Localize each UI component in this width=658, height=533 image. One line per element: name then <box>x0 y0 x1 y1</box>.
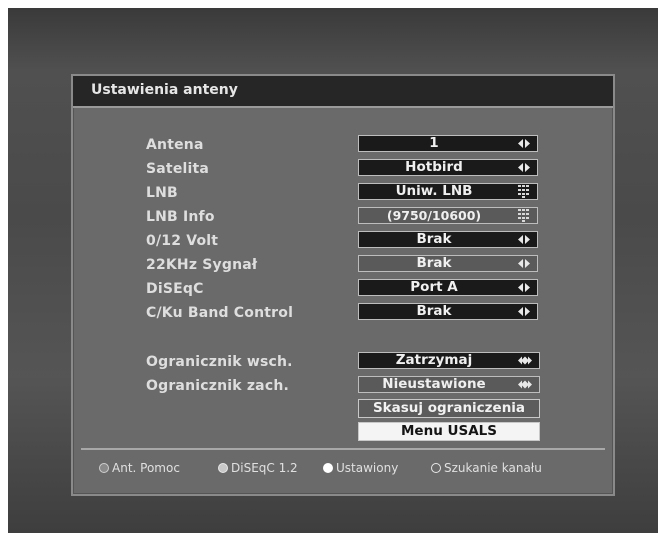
tv-screen: Ustawienia anteny Antena 1 Satelita Hotb… <box>8 8 658 533</box>
setting-value-22khz[interactable]: Brak <box>358 255 538 272</box>
left-right-arrows-icon <box>518 307 530 316</box>
setting-label-satelita: Satelita <box>146 161 210 177</box>
setting-value-text: Brak <box>416 255 452 271</box>
limit-value-text: Zatrzymaj <box>395 352 473 368</box>
yellow-button-icon <box>323 463 333 473</box>
reset-limits-button[interactable]: Skasuj ograniczenia <box>358 399 540 418</box>
green-button-icon <box>218 463 228 473</box>
setting-value-text: Hotbird <box>405 159 463 175</box>
legend-label: Ant. Pomoc <box>112 461 180 475</box>
dialog-header: Ustawienia anteny <box>73 76 613 108</box>
setting-value-text: (9750/10600) <box>386 208 482 223</box>
setting-value-text: Brak <box>416 231 452 247</box>
setting-value-antena[interactable]: 1 <box>358 135 538 152</box>
left-right-arrows-icon <box>518 235 530 244</box>
setting-value-band-control[interactable]: Brak <box>358 303 538 320</box>
setting-value-volt[interactable]: Brak <box>358 231 538 248</box>
setting-value-text: Uniw. LNB <box>395 183 473 199</box>
limit-value-west[interactable]: Nieustawione <box>358 376 540 393</box>
left-right-arrows-icon <box>518 163 530 172</box>
limit-value-text: Nieustawione <box>382 376 486 392</box>
setting-value-diseqc[interactable]: Port A <box>358 279 538 296</box>
setting-value-text: 1 <box>429 135 439 151</box>
blue-button-icon <box>431 463 441 473</box>
setting-value-lnb[interactable]: Uniw. LNB <box>358 183 538 200</box>
setting-label-lnb: LNB <box>146 185 178 201</box>
legend-item-green[interactable]: DiSEqC 1.2 <box>218 461 298 475</box>
left-right-arrows-icon <box>518 259 530 268</box>
keypad-icon <box>518 209 529 222</box>
legend-label: DiSEqC 1.2 <box>231 461 298 475</box>
footer-divider <box>81 448 605 450</box>
double-arrows-icon <box>518 380 532 389</box>
left-right-arrows-icon <box>518 283 530 292</box>
setting-label-diseqc: DiSEqC <box>146 281 204 297</box>
setting-value-text: Brak <box>416 303 452 319</box>
color-key-legend: Ant. Pomoc DiSEqC 1.2 Ustawiony Szukanie… <box>73 456 613 480</box>
setting-label-volt: 0/12 Volt <box>146 233 219 249</box>
setting-label-band-control: C/Ku Band Control <box>146 305 294 321</box>
setting-label-antena: Antena <box>146 137 204 153</box>
setting-label-lnb-info: LNB Info <box>146 209 215 225</box>
setting-value-satelita[interactable]: Hotbird <box>358 159 538 176</box>
legend-label: Ustawiony <box>336 461 399 475</box>
limit-label-west: Ogranicznik zach. <box>146 378 290 394</box>
usals-menu-button[interactable]: Menu USALS <box>358 422 540 441</box>
antenna-settings-dialog: Ustawienia anteny Antena 1 Satelita Hotb… <box>71 74 615 496</box>
left-right-arrows-icon <box>518 139 530 148</box>
double-arrows-icon <box>518 356 532 365</box>
setting-value-text: Port A <box>410 279 458 295</box>
limit-label-east: Ogranicznik wsch. <box>146 354 293 370</box>
legend-item-red[interactable]: Ant. Pomoc <box>99 461 180 475</box>
legend-item-blue[interactable]: Szukanie kanału <box>431 461 542 475</box>
legend-item-yellow[interactable]: Ustawiony <box>323 461 398 475</box>
legend-label: Szukanie kanału <box>444 461 542 475</box>
red-button-icon <box>99 463 109 473</box>
setting-label-22khz: 22KHz Sygnał <box>146 257 258 273</box>
keypad-icon <box>518 185 529 198</box>
dialog-title: Ustawienia anteny <box>91 82 238 98</box>
setting-value-lnb-info[interactable]: (9750/10600) <box>358 207 538 224</box>
limit-value-east[interactable]: Zatrzymaj <box>358 352 540 369</box>
